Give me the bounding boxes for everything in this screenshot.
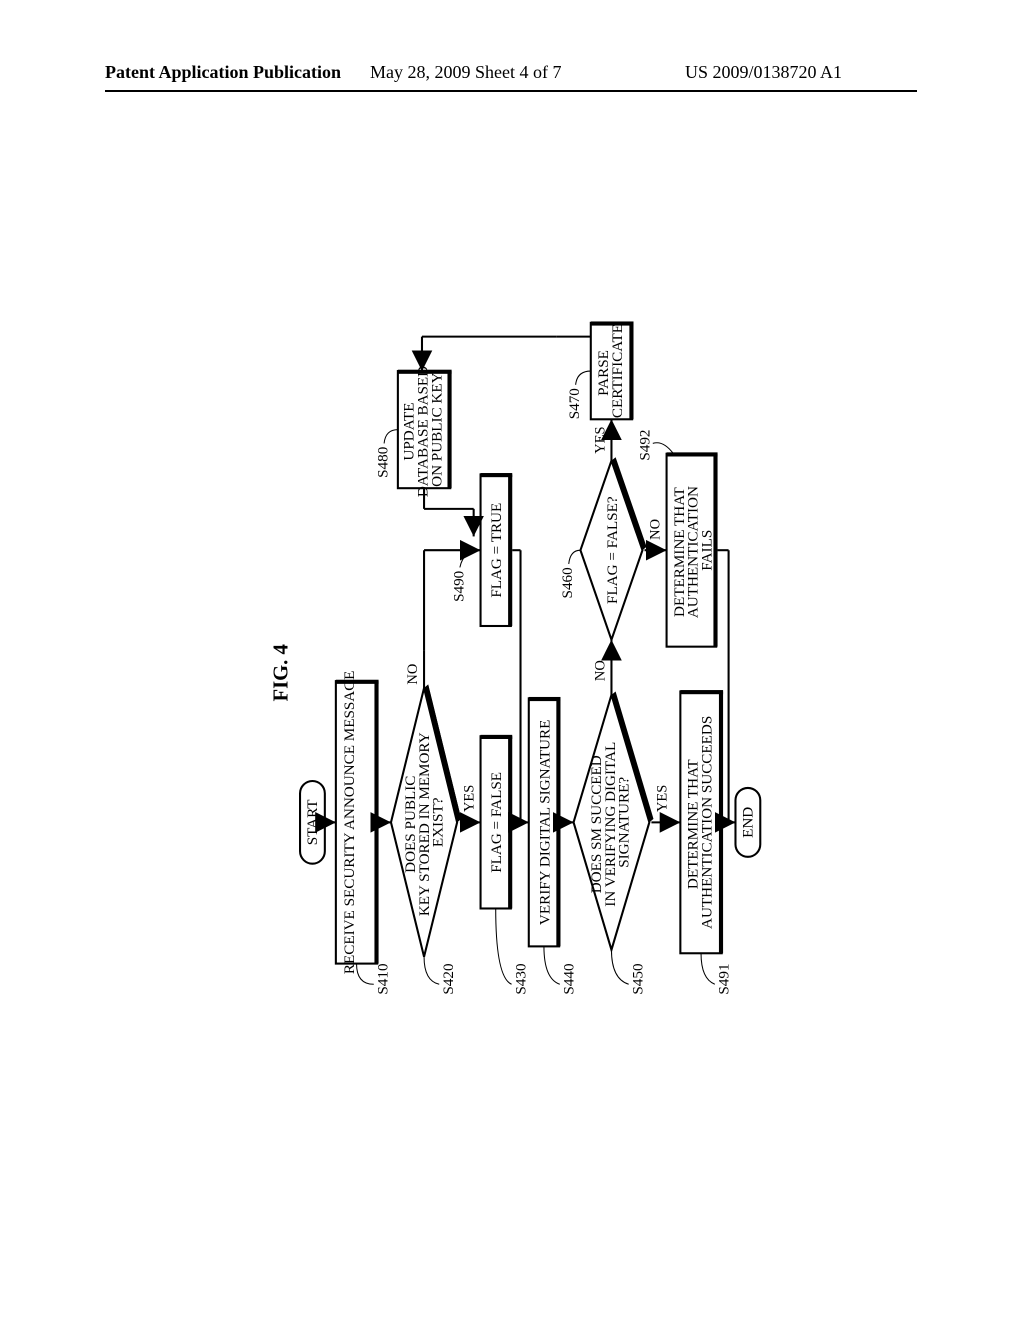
- s440-ref: S440: [561, 963, 578, 994]
- s410-ref: S410: [375, 963, 392, 994]
- edge-label-no: NO: [405, 664, 421, 685]
- leader: [460, 550, 481, 567]
- start-node: START: [300, 781, 325, 864]
- svg-text:FLAG = FALSE?: FLAG = FALSE?: [604, 496, 621, 604]
- header-rule: [105, 90, 917, 92]
- s490-ref: S490: [450, 571, 467, 602]
- s491-box: DETERMINE THAT AUTHENTICATION SUCCEEDS: [680, 690, 723, 953]
- leader: [576, 371, 591, 385]
- leader: [384, 430, 398, 444]
- leader: [357, 964, 374, 985]
- s450-ref: S450: [629, 963, 646, 994]
- s480-ref: S480: [375, 447, 392, 478]
- leader: [569, 550, 581, 564]
- header: Patent Application Publication May 28, 2…: [0, 62, 1024, 92]
- s460-ref: S460: [559, 567, 576, 598]
- edge-label-yes: YES: [655, 785, 671, 812]
- s420-ref: S420: [440, 963, 457, 994]
- s430-ref: S430: [512, 963, 529, 994]
- leader: [496, 908, 512, 984]
- edge-label-yes: YES: [593, 426, 609, 453]
- s460-decision: FLAG = FALSE?: [580, 457, 646, 640]
- s440-box: VERIFY DIGITAL SIGNATURE: [529, 697, 561, 946]
- svg-text:RECEIVE SECURITY ANNOUNCE MESS: RECEIVE SECURITY ANNOUNCE MESSAGE: [341, 671, 358, 975]
- s420-decision: DOES PUBLIC KEY STORED IN MEMORY EXIST?: [391, 685, 461, 957]
- edge-label-yes: YES: [462, 785, 478, 812]
- svg-text:END: END: [740, 807, 757, 838]
- end-node: END: [735, 788, 760, 857]
- leader: [611, 950, 628, 984]
- s410-box: RECEIVE SECURITY ANNOUNCE MESSAGE: [336, 671, 379, 975]
- figure-label: FIG. 4: [271, 644, 293, 701]
- s491-ref: S491: [716, 963, 733, 994]
- s492-box: DETERMINE THAT AUTHENTICATION FAILS: [667, 452, 718, 646]
- svg-text:VERIFY DIGITAL SIGNATURE: VERIFY DIGITAL SIGNATURE: [536, 720, 553, 925]
- page: Patent Application Publication May 28, 2…: [0, 0, 1024, 1320]
- s470-box: PARSE CERTIFICATE: [591, 321, 634, 419]
- svg-text:FLAG = FALSE: FLAG = FALSE: [488, 772, 505, 873]
- edge-label-no: NO: [593, 660, 609, 681]
- leader: [701, 953, 715, 984]
- s470-ref: S470: [566, 388, 583, 419]
- svg-text:START: START: [304, 799, 321, 845]
- header-left: Patent Application Publication: [105, 62, 341, 83]
- s450-decision: DOES SM SUCCEED IN VERIFYING DIGITAL SIG…: [574, 691, 654, 949]
- leader: [653, 443, 674, 454]
- header-right: US 2009/0138720 A1: [685, 62, 842, 83]
- header-middle: May 28, 2009 Sheet 4 of 7: [370, 62, 561, 83]
- flowchart: FIG. 4 START RECEIVE SECURITY ANNOUNCE M…: [0, 313, 1024, 1033]
- s492-ref: S492: [636, 429, 653, 460]
- edge-label-no: NO: [648, 519, 664, 540]
- leader: [424, 957, 439, 985]
- s480-box: UPDATE DATABASE BASED ON PUBLIC KEY: [398, 362, 452, 497]
- svg-text:FLAG = TRUE: FLAG = TRUE: [488, 503, 505, 598]
- s490-box: FLAG = TRUE: [481, 473, 513, 626]
- leader: [544, 946, 560, 984]
- s430-box: FLAG = FALSE: [481, 735, 513, 909]
